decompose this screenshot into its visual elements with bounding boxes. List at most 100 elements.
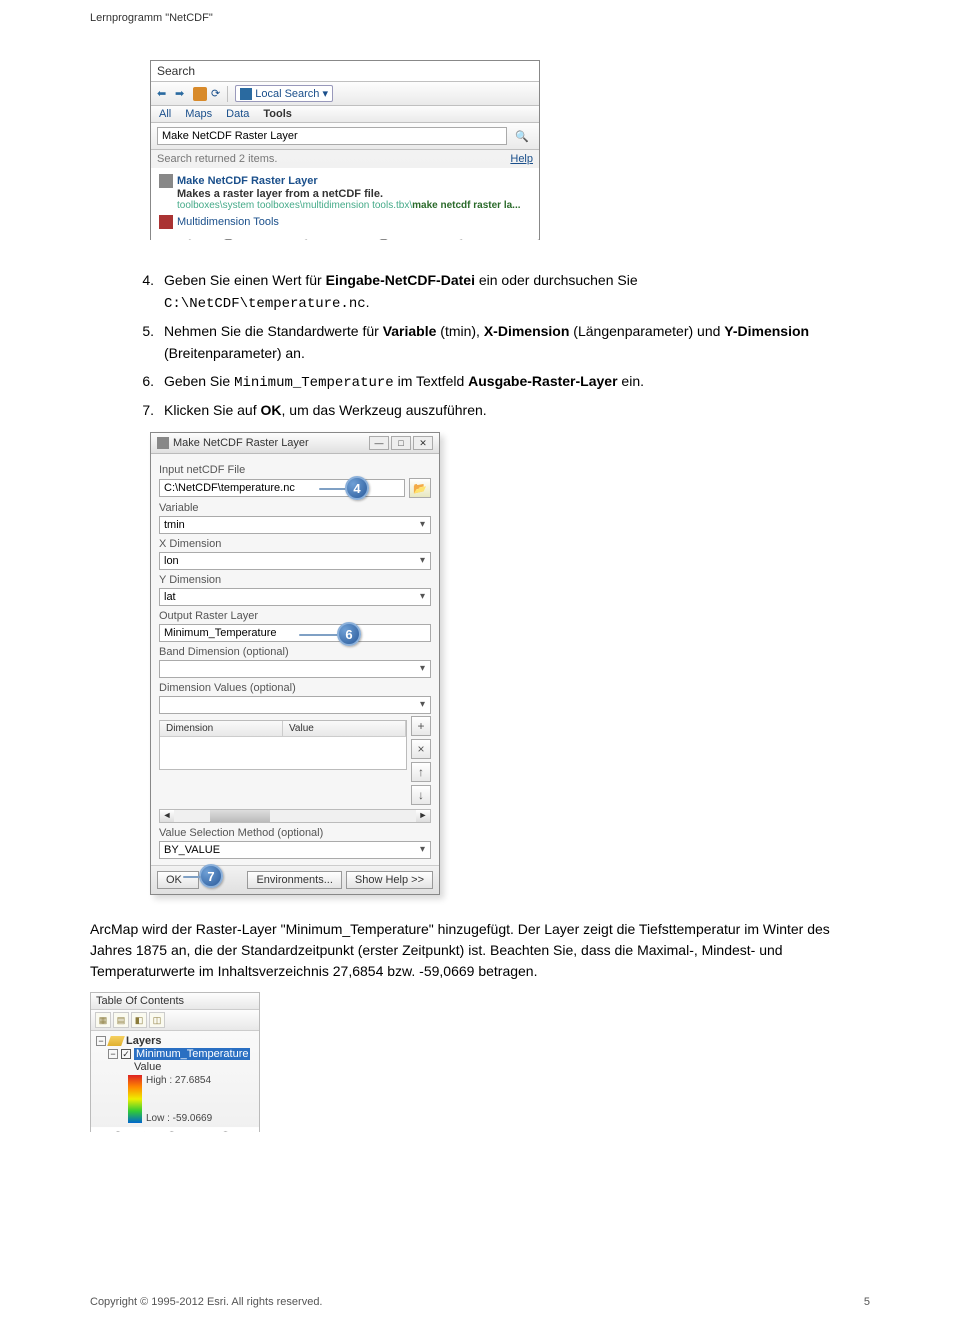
table-scrollbar[interactable]: ◄ ► (159, 809, 431, 823)
toolbar-separator (227, 86, 228, 102)
band-field[interactable] (159, 660, 431, 678)
ok-button[interactable]: OK (157, 871, 199, 889)
step-6: 6. Geben Sie Minimum_Temperature im Text… (130, 371, 870, 395)
list-by-source-icon[interactable]: ▤ (113, 1012, 129, 1028)
list-by-drawing-icon[interactable]: ▦ (95, 1012, 111, 1028)
local-search-dropdown[interactable]: Local Search ▾ (235, 85, 333, 102)
close-button[interactable]: ✕ (413, 436, 433, 450)
result-title: Make NetCDF Raster Layer (177, 175, 318, 187)
search-result-2[interactable]: Multidimension Tools (159, 215, 531, 229)
environments-button[interactable]: Environments... (247, 871, 341, 889)
search-panel-title: Search (151, 61, 539, 82)
remove-row-button[interactable]: × (411, 739, 431, 759)
maximize-button[interactable]: □ (391, 436, 411, 450)
table-of-contents: Table Of Contents ▦ ▤ ◧ ◫ − Layers − ✓ M… (90, 992, 260, 1132)
variable-field[interactable] (159, 516, 431, 534)
badge-7: 7 (199, 864, 223, 888)
t: Geben Sie einen Wert für (164, 272, 326, 288)
layer-name: Minimum_Temperature (134, 1048, 250, 1060)
t: (tmin), (436, 323, 483, 339)
callout-line (299, 634, 339, 636)
t: Geben Sie (164, 373, 234, 389)
tool-icon (157, 437, 169, 449)
toolbox-icon (159, 215, 173, 229)
t: . (366, 294, 370, 310)
ydim-field[interactable] (159, 588, 431, 606)
lbl-input: Input netCDF File (159, 464, 431, 476)
badge-6: 6 (337, 622, 361, 646)
t: Y-Dimension (724, 323, 809, 339)
xdim-field[interactable] (159, 552, 431, 570)
step-4: 4. Geben Sie einen Wert für Eingabe-NetC… (130, 270, 870, 315)
tab-all[interactable]: All (159, 108, 171, 120)
step-num: 4. (130, 270, 154, 315)
add-row-button[interactable]: + (411, 716, 431, 736)
db-icon (240, 88, 252, 100)
step-5: 5. Nehmen Sie die Standardwerte für Vari… (130, 321, 870, 364)
search-status: Search returned 2 items. (157, 153, 277, 165)
checkbox-icon[interactable]: ✓ (121, 1049, 131, 1059)
list-by-visibility-icon[interactable]: ◧ (131, 1012, 147, 1028)
dimvals-field[interactable] (159, 696, 431, 714)
layers-icon (107, 1036, 125, 1046)
step-num: 7. (130, 400, 154, 422)
back-icon[interactable]: ⬅ (157, 87, 171, 101)
toc-layers-row[interactable]: − Layers (96, 1035, 254, 1047)
dimension-table: Dimension Value (159, 720, 407, 770)
result2-title: Multidimension Tools (177, 216, 279, 228)
search-input[interactable] (157, 127, 507, 145)
forward-icon[interactable]: ➡ (175, 87, 189, 101)
toc-layer-row[interactable]: − ✓ Minimum_Temperature (108, 1048, 254, 1060)
help-link[interactable]: Help (510, 153, 533, 165)
tab-maps[interactable]: Maps (185, 108, 212, 120)
lbl-variable: Variable (159, 502, 431, 514)
refresh-icon[interactable]: ⟳ (211, 87, 220, 100)
t: Ausgabe-Raster-Layer (468, 373, 617, 389)
scroll-right-icon[interactable]: ► (416, 810, 430, 822)
page-header: Lernprogramm "NetCDF" (90, 12, 213, 24)
t: , um das Werkzeug auszuführen. (282, 402, 487, 418)
show-help-button[interactable]: Show Help >> (346, 871, 433, 889)
browse-icon[interactable]: 📂 (409, 478, 431, 498)
output-raster-layer[interactable] (159, 624, 431, 642)
tool-icon (159, 174, 173, 188)
local-search-label: Local Search (255, 88, 319, 100)
tab-data[interactable]: Data (226, 108, 249, 120)
toc-title: Table Of Contents (91, 993, 259, 1010)
toc-value-row: Value (134, 1061, 254, 1073)
lbl-band: Band Dimension (optional) (159, 646, 431, 658)
list-by-selection-icon[interactable]: ◫ (149, 1012, 165, 1028)
layers-label: Layers (126, 1035, 161, 1047)
tab-tools[interactable]: Tools (263, 108, 292, 120)
t: Variable (383, 323, 437, 339)
search-result-1[interactable]: Make NetCDF Raster Layer Makes a raster … (159, 174, 531, 211)
collapse-icon[interactable]: − (96, 1036, 106, 1046)
move-down-button[interactable]: ↓ (411, 785, 431, 805)
t: X-Dimension (484, 323, 570, 339)
scroll-left-icon[interactable]: ◄ (160, 810, 174, 822)
dialog-title: Make NetCDF Raster Layer (173, 437, 309, 449)
dialog-titlebar: Make NetCDF Raster Layer — □ ✕ (151, 433, 439, 454)
instruction-steps: 4. Geben Sie einen Wert für Eingabe-NetC… (130, 270, 870, 422)
search-icon[interactable]: 🔍 (511, 127, 533, 145)
t: OK (261, 402, 282, 418)
t: (Breitenparameter) an. (164, 345, 305, 361)
move-up-button[interactable]: ↑ (411, 762, 431, 782)
home-icon[interactable] (193, 87, 207, 101)
collapse-icon[interactable]: − (108, 1049, 118, 1059)
callout-line (319, 488, 347, 490)
code-name: Minimum_Temperature (234, 375, 394, 391)
lbl-valsel: Value Selection Method (optional) (159, 827, 431, 839)
scroll-thumb[interactable] (210, 810, 270, 822)
make-netcdf-dialog: Make NetCDF Raster Layer — □ ✕ Input net… (150, 432, 440, 895)
minimize-button[interactable]: — (369, 436, 389, 450)
value-selection-field[interactable] (159, 841, 431, 859)
torn-edge (91, 1127, 259, 1139)
low-value: Low : -59.0669 (146, 1113, 212, 1124)
lbl-dimvals: Dimension Values (optional) (159, 682, 431, 694)
color-ramp (128, 1075, 142, 1123)
badge-4: 4 (345, 476, 369, 500)
ok-label: OK (166, 874, 182, 886)
result-sub-bold: Makes a raster layer (177, 188, 282, 200)
step-7: 7. Klicken Sie auf OK, um das Werkzeug a… (130, 400, 870, 422)
